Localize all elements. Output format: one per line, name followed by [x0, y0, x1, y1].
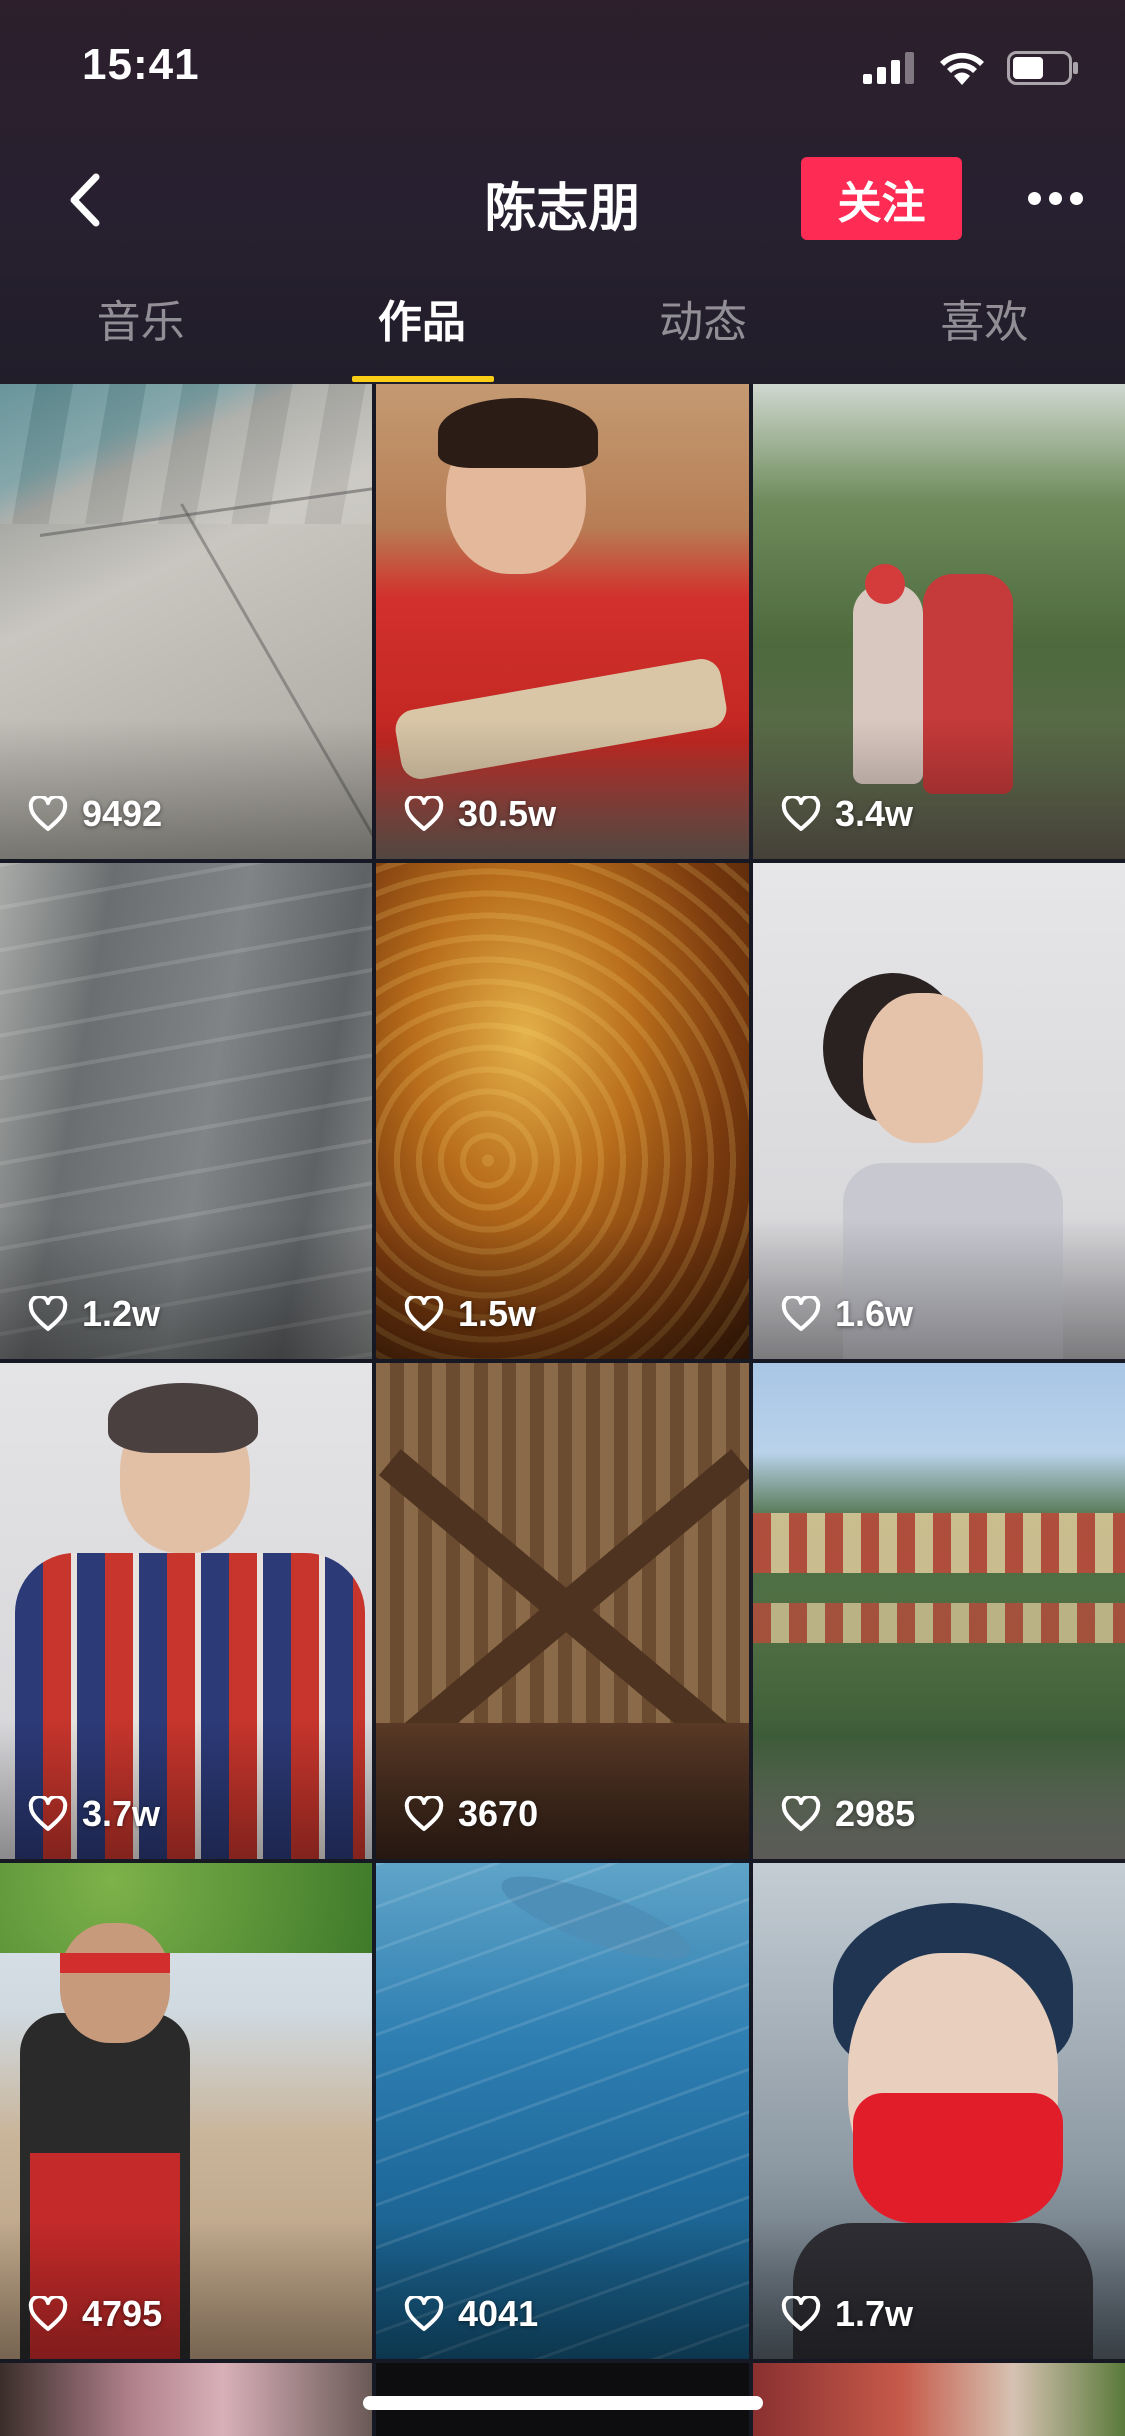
tab-dynamics[interactable]: 动态	[563, 290, 844, 384]
status-icons	[863, 48, 1079, 88]
tab-music[interactable]: 音乐	[0, 290, 281, 384]
video-thumbnail[interactable]: 1.5w	[376, 863, 749, 1359]
thumbnail-shade	[753, 1719, 1125, 1859]
video-thumbnail[interactable]: 2985	[753, 1363, 1125, 1859]
active-tab-indicator	[352, 376, 494, 382]
heart-outline-icon	[781, 1796, 821, 1831]
chevron-left-icon	[70, 173, 100, 227]
heart-outline-icon	[781, 796, 821, 831]
like-count-value: 4041	[458, 2293, 539, 2334]
video-thumbnail[interactable]: 4041	[376, 1863, 749, 2359]
video-thumbnail[interactable]: 4795	[0, 1863, 372, 2359]
like-count-value: 9492	[82, 793, 163, 834]
like-count-value: 3.7w	[82, 1793, 161, 1834]
thumbnail-shade	[0, 719, 372, 859]
signal-icon	[863, 52, 914, 84]
video-thumbnail[interactable]: 3.4w	[753, 384, 1125, 859]
profile-tabs: 音乐 作品 动态 喜欢	[0, 290, 1125, 384]
thumbnail-shade	[376, 2219, 749, 2359]
like-count: 3670	[404, 1793, 538, 1835]
like-count: 3.7w	[28, 1793, 160, 1835]
video-thumbnail[interactable]: 1.2w	[0, 863, 372, 1359]
status-time: 15:41	[82, 40, 200, 89]
heart-outline-icon	[28, 2296, 68, 2331]
like-count: 9492	[28, 793, 162, 835]
video-thumbnail[interactable]: 30.5w	[376, 384, 749, 859]
video-thumbnail[interactable]: 1.6w	[753, 863, 1125, 1359]
like-count: 30.5w	[404, 793, 556, 835]
like-count: 1.6w	[781, 1293, 913, 1335]
thumbnail-shade	[376, 1719, 749, 1859]
video-thumbnail[interactable]: 3670	[376, 1363, 749, 1859]
heart-outline-icon	[28, 1796, 68, 1831]
home-indicator[interactable]	[363, 2396, 763, 2410]
thumbnail-shade	[753, 719, 1125, 859]
like-count: 1.5w	[404, 1293, 536, 1335]
like-count-value: 1.2w	[82, 1293, 161, 1334]
heart-outline-icon	[404, 1796, 444, 1831]
like-count: 3.4w	[781, 793, 913, 835]
more-dot	[1027, 191, 1041, 205]
thumbnail-shade	[0, 2219, 372, 2359]
thumbnail-shade	[0, 1719, 372, 1859]
heart-outline-icon	[404, 1296, 444, 1331]
like-count: 2985	[781, 1793, 915, 1835]
thumbnail-shade	[753, 1219, 1125, 1359]
like-count-value: 2985	[835, 1793, 916, 1834]
more-button[interactable]	[1015, 170, 1095, 226]
like-count-value: 3670	[458, 1793, 539, 1834]
like-count-value: 4795	[82, 2293, 163, 2334]
thumbnail-shade	[376, 719, 749, 859]
like-count-value: 1.6w	[835, 1293, 914, 1334]
like-count-value: 1.7w	[835, 2293, 914, 2334]
tab-likes[interactable]: 喜欢	[844, 290, 1125, 384]
battery-icon	[1007, 51, 1078, 85]
back-button[interactable]	[55, 165, 115, 235]
tab-works[interactable]: 作品	[281, 290, 562, 384]
heart-outline-icon	[28, 1296, 68, 1331]
like-count-value: 1.5w	[458, 1293, 537, 1334]
thumbnail-shade	[753, 2219, 1125, 2359]
top-bar: 15:41 陈志朋 关注 音乐 作品 动态 喜欢	[0, 0, 1125, 384]
thumbnail-shade	[376, 1219, 749, 1359]
heart-outline-icon	[781, 1296, 821, 1331]
video-thumbnail[interactable]	[753, 2363, 1125, 2436]
more-dot	[1048, 191, 1062, 205]
like-count-value: 30.5w	[458, 793, 557, 834]
like-count: 4795	[28, 2293, 162, 2335]
video-thumbnail[interactable]: 3.7w	[0, 1363, 372, 1859]
video-thumbnail[interactable]: 9492	[0, 384, 372, 859]
like-count: 4041	[404, 2293, 538, 2335]
more-dot	[1069, 191, 1083, 205]
heart-outline-icon	[781, 2296, 821, 2331]
heart-outline-icon	[28, 796, 68, 831]
like-count: 1.7w	[781, 2293, 913, 2335]
heart-outline-icon	[404, 796, 444, 831]
wifi-icon	[940, 52, 984, 85]
follow-button[interactable]: 关注	[801, 157, 962, 240]
heart-outline-icon	[404, 2296, 444, 2331]
video-thumbnail[interactable]: 1.7w	[753, 1863, 1125, 2359]
like-count-value: 3.4w	[835, 793, 914, 834]
like-count: 1.2w	[28, 1293, 160, 1335]
video-thumbnail[interactable]	[0, 2363, 372, 2436]
thumbnail-shade	[0, 1219, 372, 1359]
